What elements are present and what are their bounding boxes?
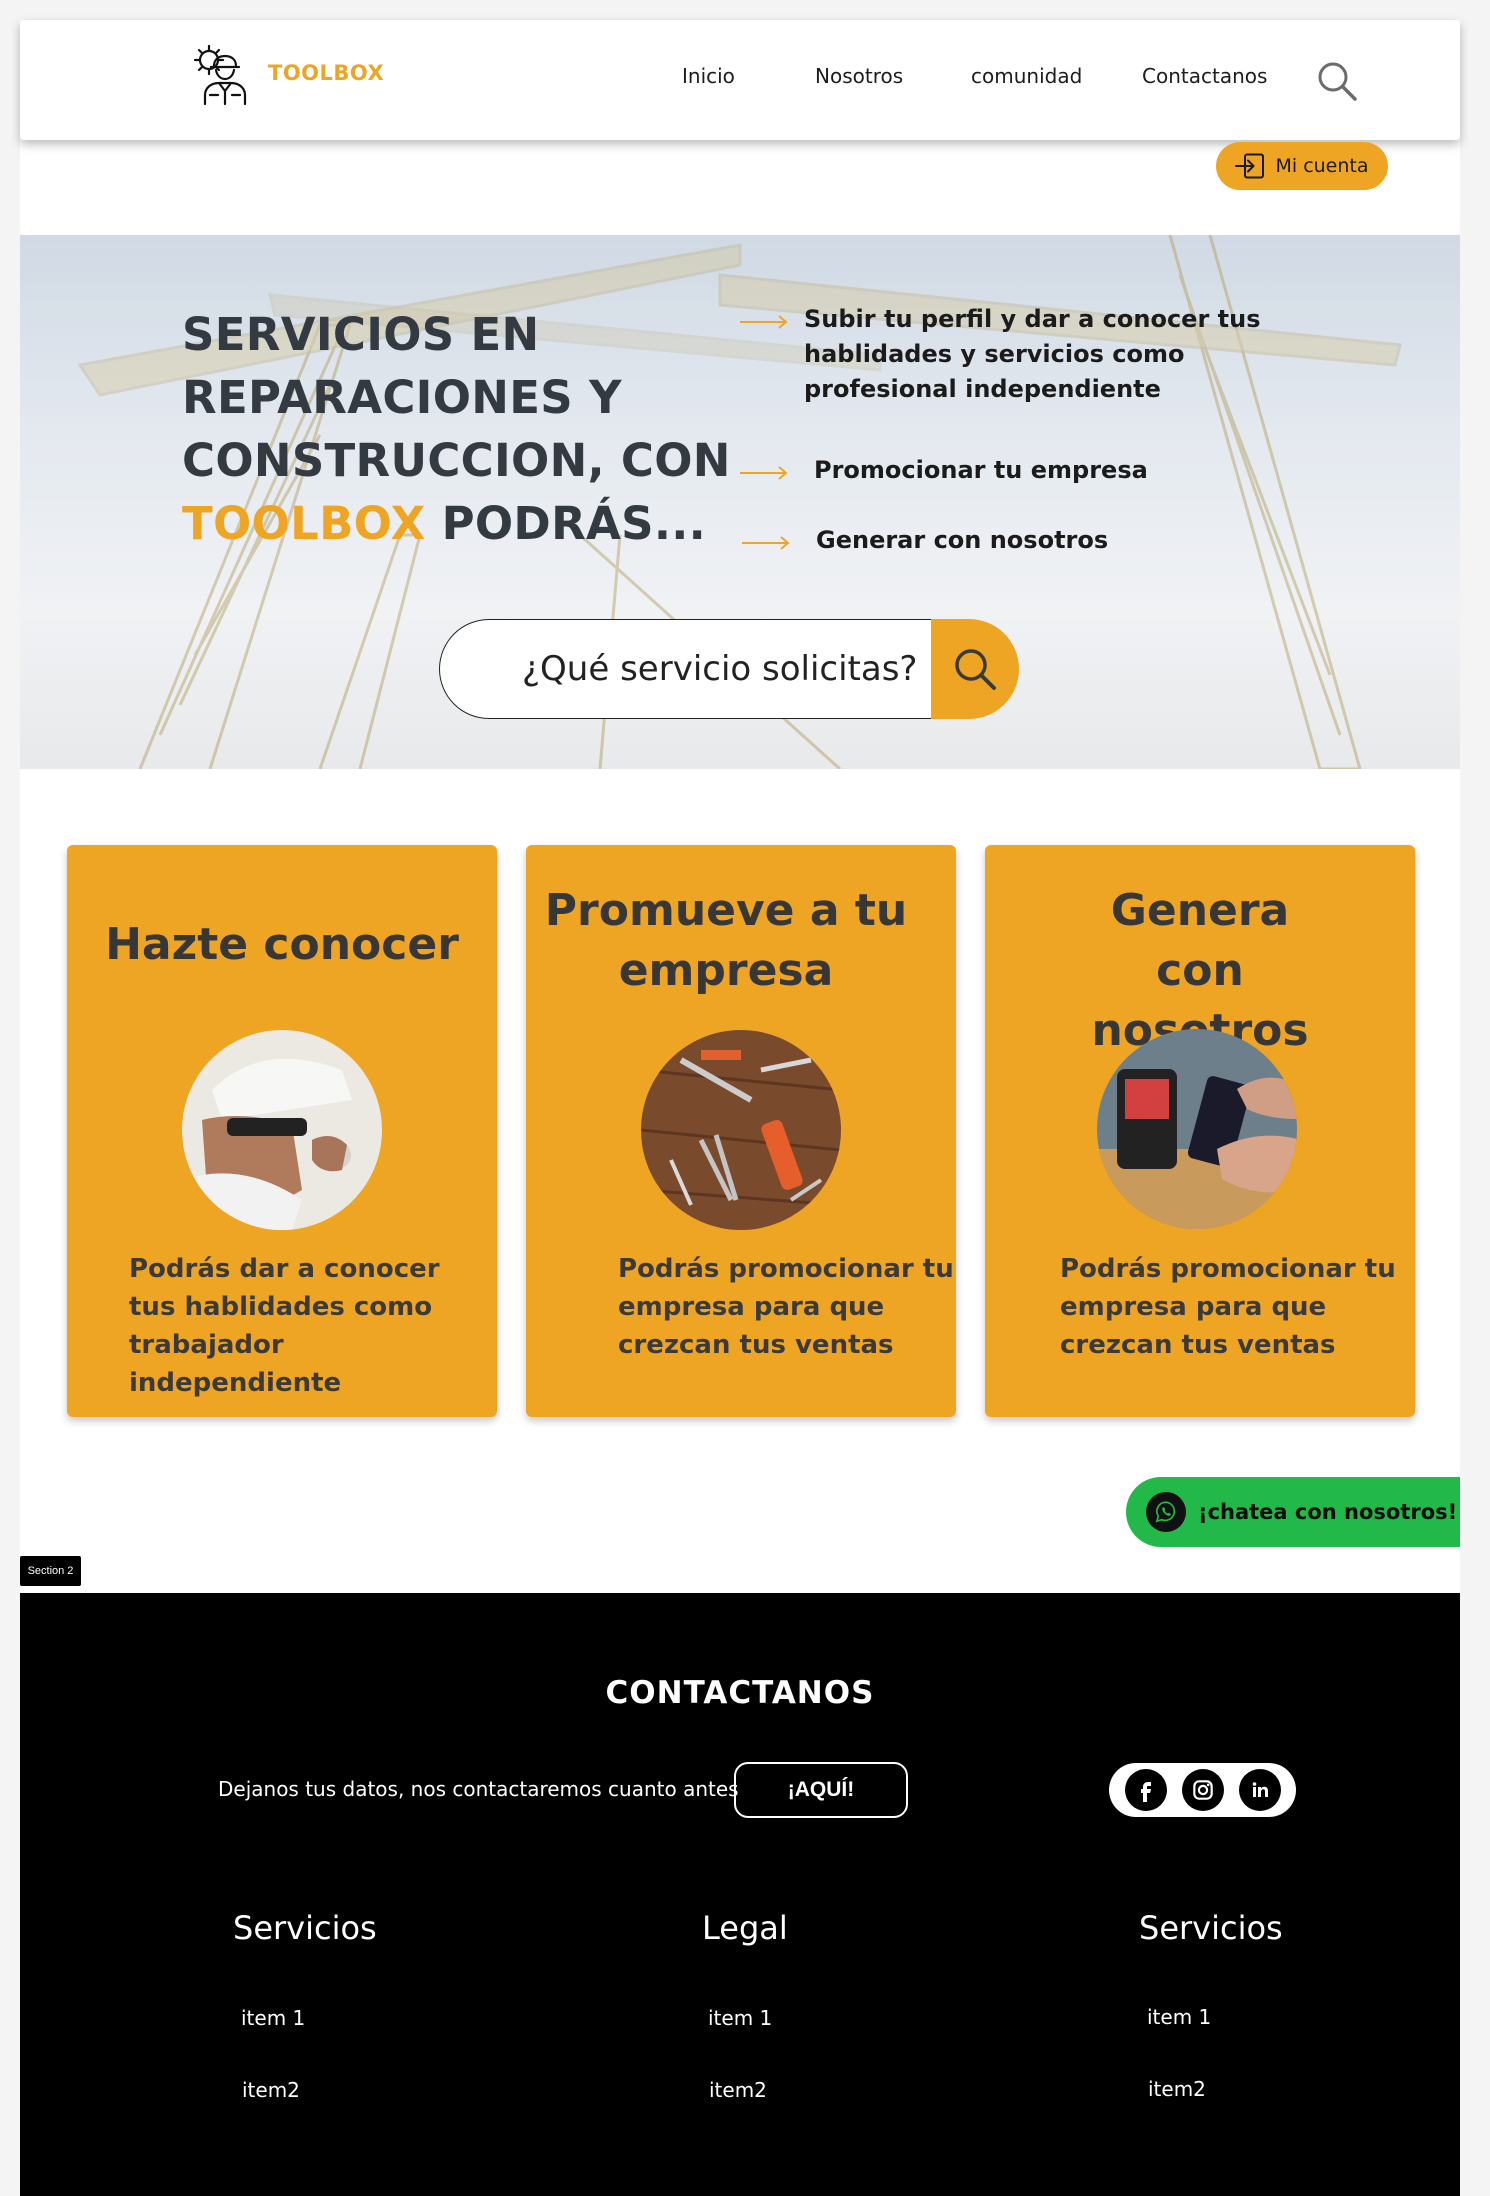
benefit-text: Generar con nosotros xyxy=(816,526,1109,554)
card-hazte-conocer[interactable]: Hazte conocer Podrás dar a conocer tus h… xyxy=(67,845,497,1417)
hero-title-accent: TOOLBOX xyxy=(182,497,426,550)
hero-title-line: SERVICIOS EN xyxy=(182,308,540,361)
facebook-icon[interactable] xyxy=(1124,1769,1167,1811)
footer-col-title: Servicios xyxy=(1139,1909,1283,1947)
login-icon xyxy=(1235,153,1265,179)
hero: SERVICIOS EN REPARACIONES Y CONSTRUCCION… xyxy=(20,235,1460,769)
footer-note: Dejanos tus datos, nos contactaremos cua… xyxy=(218,1777,739,1801)
arrow-right-icon xyxy=(740,466,788,480)
social-links xyxy=(1109,1763,1296,1817)
footer-link[interactable]: item 1 xyxy=(241,2006,305,2030)
benefit-item: Generar con nosotros xyxy=(742,523,1108,558)
page: TOOLBOX Inicio Nosotros comunidad Contac… xyxy=(20,20,1460,2196)
whatsapp-icon xyxy=(1146,1492,1186,1532)
card-title: Promueve a tu empresa xyxy=(544,885,908,996)
nav-inicio[interactable]: Inicio xyxy=(682,64,735,88)
benefit-text: Promocionar tu empresa xyxy=(814,456,1148,484)
worker-photo xyxy=(182,1030,382,1230)
footer-link[interactable]: item2 xyxy=(242,2078,300,2102)
arrow-right-icon xyxy=(742,536,790,550)
hero-title-line: CONSTRUCCION, CON xyxy=(182,434,731,487)
service-search-button[interactable] xyxy=(931,619,1019,719)
section-tag: Section 2 xyxy=(20,1556,81,1586)
footer-col-title: Legal xyxy=(702,1909,788,1947)
worker-logo-icon xyxy=(193,44,247,106)
payment-photo xyxy=(1097,1029,1297,1229)
search-icon[interactable] xyxy=(1316,60,1358,102)
card-promueve-empresa[interactable]: Promueve a tu empresa Podrás promocionar… xyxy=(526,845,956,1417)
nav-nosotros[interactable]: Nosotros xyxy=(815,64,903,88)
linkedin-icon[interactable] xyxy=(1238,1769,1281,1811)
card-text: Podrás promocionar tu empresa para que c… xyxy=(1060,1254,1396,1360)
benefit-item: Promocionar tu empresa xyxy=(740,453,1148,488)
footer-link[interactable]: item2 xyxy=(1148,2077,1206,2101)
card-title: Hazte conocer xyxy=(105,919,459,970)
footer: CONTACTANOS Dejanos tus datos, nos conta… xyxy=(20,1593,1460,2196)
hero-title: SERVICIOS EN REPARACIONES Y CONSTRUCCION… xyxy=(182,303,742,555)
footer-title: CONTACTANOS xyxy=(605,1675,875,1711)
footer-link[interactable]: item2 xyxy=(709,2078,767,2102)
service-search xyxy=(439,619,1019,719)
search-icon xyxy=(955,649,996,690)
benefit-item: Subir tu perfil y dar a conocer tus habl… xyxy=(740,302,1340,407)
hero-title-line: REPARACIONES Y xyxy=(182,371,622,424)
my-account-label: Mi cuenta xyxy=(1275,155,1369,177)
arrow-right-icon xyxy=(740,315,788,329)
hero-title-end: PODRÁS... xyxy=(425,497,707,550)
instagram-icon[interactable] xyxy=(1181,1769,1224,1811)
tools-photo xyxy=(641,1030,841,1230)
card-text: Podrás dar a conocer tus hablidades como… xyxy=(129,1254,440,1398)
chat-label: ¡chatea con nosotros! xyxy=(1198,1500,1458,1524)
contact-here-button[interactable]: ¡AQUÍ! xyxy=(734,1762,908,1818)
nav-contactanos[interactable]: Contactanos xyxy=(1142,64,1267,88)
benefit-text: Subir tu perfil y dar a conocer tus habl… xyxy=(804,305,1261,403)
nav-comunidad[interactable]: comunidad xyxy=(971,64,1082,88)
my-account-button[interactable]: Mi cuenta xyxy=(1216,142,1388,190)
card-text: Podrás promocionar tu empresa para que c… xyxy=(618,1254,954,1360)
footer-link[interactable]: item 1 xyxy=(1147,2005,1211,2029)
brand-name: TOOLBOX xyxy=(268,61,385,85)
logo[interactable]: TOOLBOX xyxy=(188,40,384,106)
footer-col-title: Servicios xyxy=(233,1909,377,1947)
service-search-input[interactable] xyxy=(439,619,933,719)
card-genera-nosotros[interactable]: Genera con nosotros Podrás promocionar t… xyxy=(985,845,1415,1417)
footer-link[interactable]: item 1 xyxy=(708,2006,772,2030)
whatsapp-chat-button[interactable]: ¡chatea con nosotros! xyxy=(1126,1477,1460,1547)
header: TOOLBOX Inicio Nosotros comunidad Contac… xyxy=(20,20,1460,140)
